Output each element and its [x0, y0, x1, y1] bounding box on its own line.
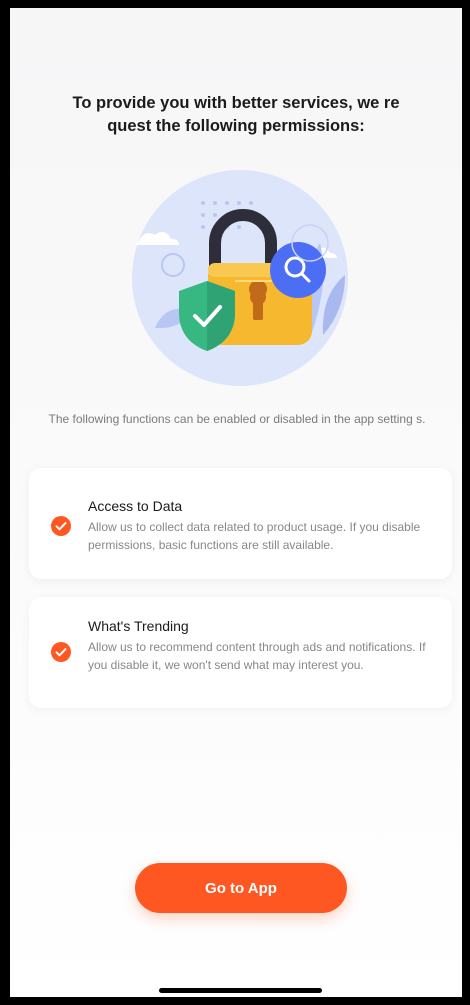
permission-title: Access to Data [88, 498, 183, 514]
permission-title: What's Trending [88, 618, 189, 634]
settings-hint: The following functions can be enabled o… [48, 412, 426, 426]
page-title: To provide you with better services, we … [72, 94, 400, 135]
permissions-screen: To provide you with better services, we … [10, 8, 462, 997]
checkmark-icon[interactable] [51, 516, 71, 536]
checkmark-icon[interactable] [51, 642, 71, 662]
permission-description: Allow us to recommend content through ad… [88, 640, 426, 672]
permission-card-access-to-data[interactable]: Access to Data Allow us to collect data … [29, 468, 452, 579]
home-indicator[interactable] [159, 988, 322, 993]
go-to-app-button[interactable]: Go to App [135, 863, 347, 913]
padlock-illustration-icon [132, 170, 348, 386]
permission-description: Allow us to collect data related to prod… [88, 520, 421, 552]
permission-card-whats-trending[interactable]: What's Trending Allow us to recommend co… [29, 597, 452, 708]
